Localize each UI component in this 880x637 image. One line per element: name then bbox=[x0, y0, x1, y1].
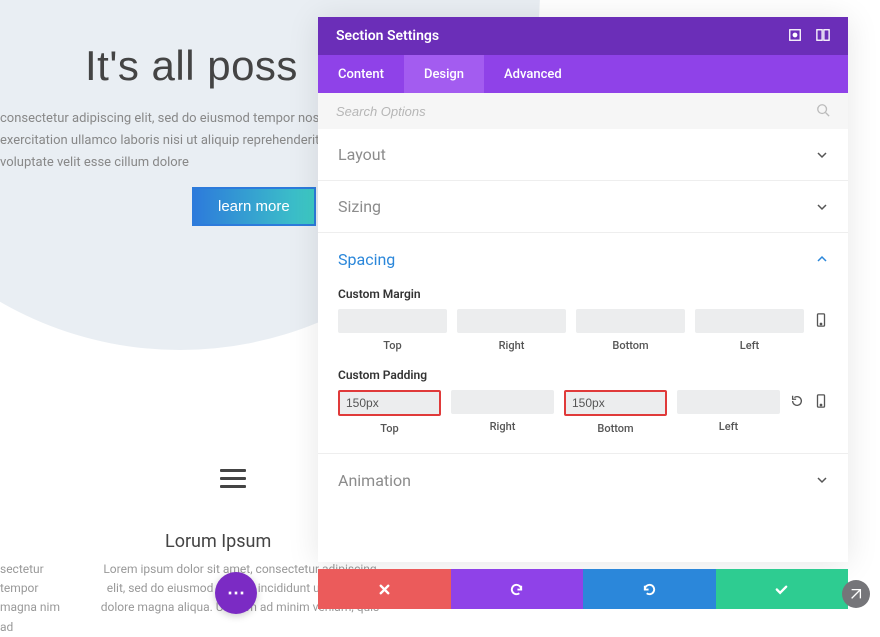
expand-icon[interactable] bbox=[788, 27, 802, 46]
section-label: Spacing bbox=[338, 250, 395, 269]
section-label: Layout bbox=[338, 145, 386, 164]
chevron-down-icon bbox=[816, 201, 828, 213]
section-layout[interactable]: Layout bbox=[318, 129, 848, 181]
margin-top-input[interactable] bbox=[338, 309, 447, 333]
margin-left-input[interactable] bbox=[695, 309, 804, 333]
chevron-up-icon bbox=[816, 253, 828, 265]
help-fab-button[interactable] bbox=[842, 580, 870, 608]
section-animation[interactable]: Animation bbox=[318, 454, 848, 506]
panel-title: Section Settings bbox=[336, 28, 439, 44]
panel-tabs: Content Design Advanced bbox=[318, 55, 848, 93]
spacing-content: Custom Margin Top Right Bottom Left bbox=[318, 287, 848, 454]
learn-more-button[interactable]: learn more bbox=[192, 187, 316, 226]
chevron-down-icon bbox=[816, 474, 828, 486]
tab-content[interactable]: Content bbox=[318, 55, 404, 93]
side-label: Right bbox=[499, 339, 525, 352]
side-label: Right bbox=[490, 420, 516, 433]
search-row bbox=[318, 93, 848, 129]
panel-footer bbox=[318, 569, 848, 609]
responsive-icon[interactable] bbox=[814, 312, 828, 331]
margin-right-input[interactable] bbox=[457, 309, 566, 333]
snap-icon[interactable] bbox=[816, 27, 830, 46]
margin-label: Custom Margin bbox=[338, 287, 828, 301]
side-label: Bottom bbox=[597, 422, 633, 435]
section-sizing[interactable]: Sizing bbox=[318, 181, 848, 233]
section-label: Sizing bbox=[338, 197, 381, 216]
side-label: Bottom bbox=[612, 339, 648, 352]
panel-header[interactable]: Section Settings bbox=[318, 17, 848, 55]
padding-left-input[interactable] bbox=[677, 390, 780, 414]
settings-panel: Section Settings Content Design Advanced… bbox=[318, 17, 848, 562]
blurb-title: Lorum Ipsum bbox=[165, 531, 271, 552]
hamburger-icon bbox=[220, 464, 246, 493]
padding-right-input[interactable] bbox=[451, 390, 554, 414]
padding-bottom-input[interactable] bbox=[564, 390, 667, 416]
undo-button[interactable] bbox=[451, 569, 584, 609]
side-label: Left bbox=[719, 420, 738, 433]
reset-icon[interactable] bbox=[790, 393, 804, 412]
cancel-button[interactable] bbox=[318, 569, 451, 609]
side-label: Top bbox=[383, 339, 401, 352]
responsive-icon[interactable] bbox=[814, 393, 828, 412]
chevron-down-icon bbox=[816, 149, 828, 161]
section-spacing[interactable]: Spacing bbox=[318, 233, 848, 285]
side-label: Top bbox=[380, 422, 398, 435]
search-input[interactable] bbox=[336, 104, 816, 119]
hero-text: consectetur adipiscing elit, sed do eius… bbox=[0, 108, 370, 174]
redo-button[interactable] bbox=[583, 569, 716, 609]
ellipsis-icon: ⋯ bbox=[227, 583, 245, 604]
margin-bottom-input[interactable] bbox=[576, 309, 685, 333]
search-icon[interactable] bbox=[816, 102, 830, 121]
builder-fab-button[interactable]: ⋯ bbox=[215, 572, 257, 614]
save-button[interactable] bbox=[716, 569, 849, 609]
padding-label: Custom Padding bbox=[338, 368, 828, 382]
tab-design[interactable]: Design bbox=[404, 55, 484, 93]
padding-top-input[interactable] bbox=[338, 390, 441, 416]
side-label: Left bbox=[740, 339, 759, 352]
hero-title: It's all poss bbox=[85, 42, 298, 90]
section-label: Animation bbox=[338, 471, 411, 490]
blurb-left-text: sectetur tempor magna nim ad bbox=[0, 560, 72, 637]
tab-advanced[interactable]: Advanced bbox=[484, 55, 582, 93]
